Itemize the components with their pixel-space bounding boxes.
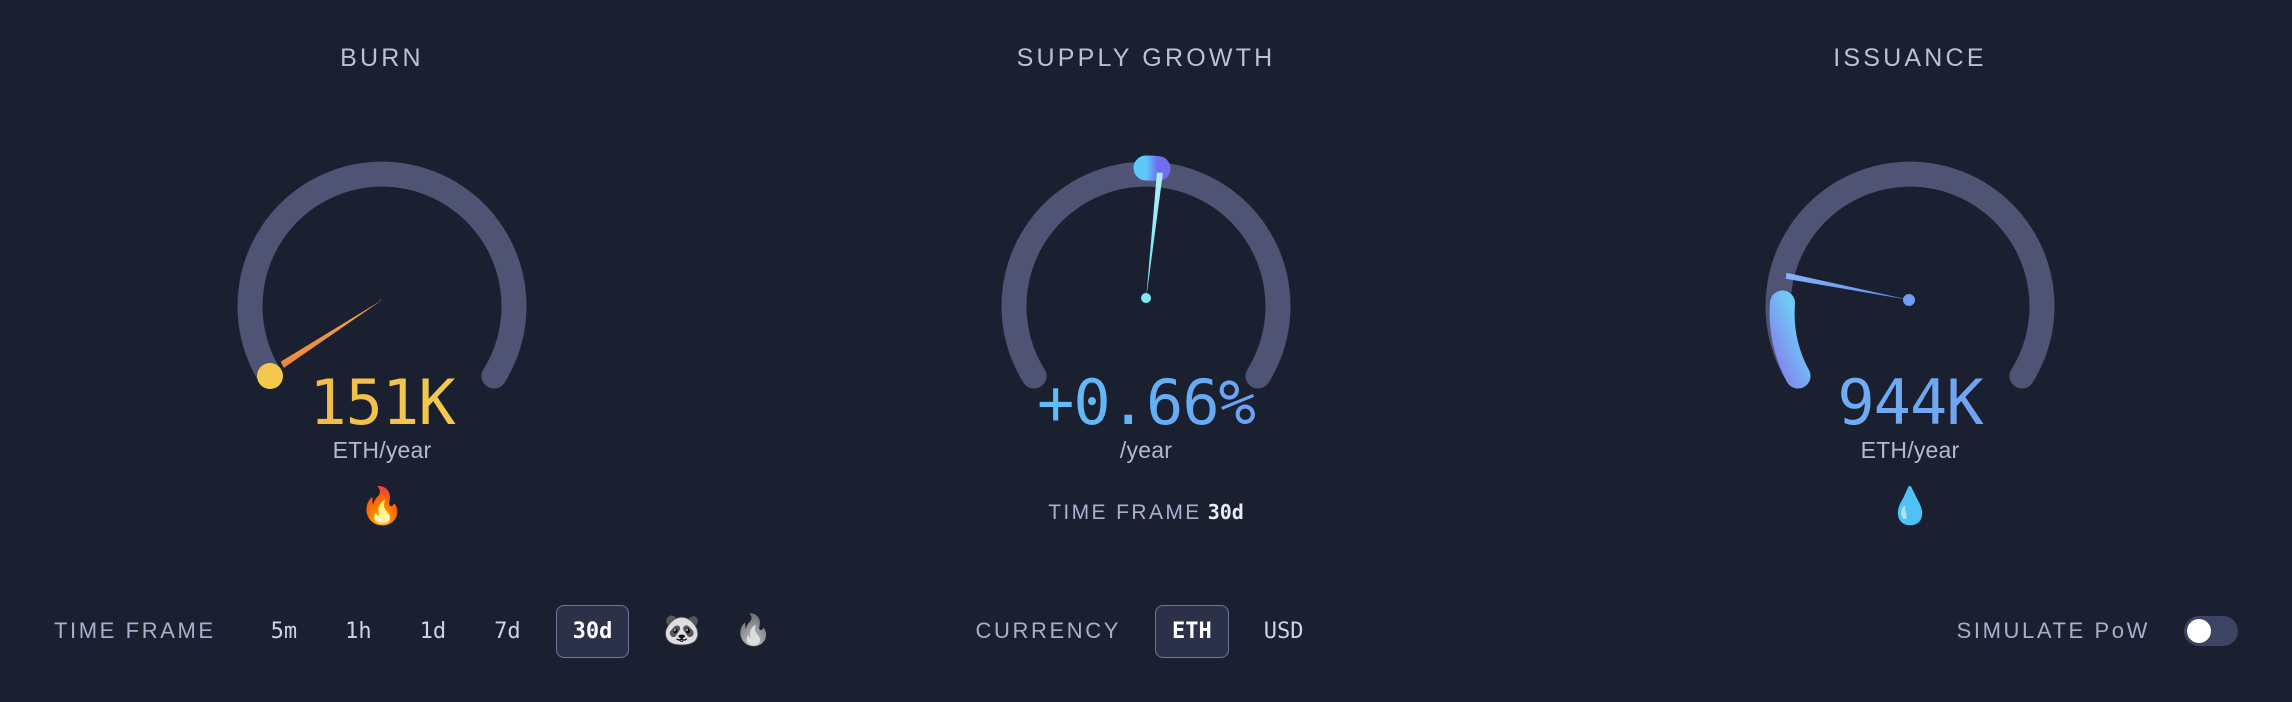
- panel-supply-growth: SUPPLY GROWTH +0.66% /year TIME FRAME 30…: [764, 0, 1528, 560]
- panel-title-issuance: ISSUANCE: [1833, 44, 1987, 72]
- timeframe-option-30d[interactable]: 30d: [555, 604, 630, 658]
- supply-timeframe-label: TIME FRAME: [1048, 501, 1202, 524]
- gauge-supply-growth: [956, 78, 1336, 398]
- simulate-pow-label: SIMULATE PoW: [1956, 618, 2150, 643]
- supply-growth-unit: /year: [1119, 437, 1173, 464]
- gauge-track-supply: [1001, 161, 1291, 389]
- burn-fire-icon: 🔥: [0, 488, 764, 532]
- timeframe-option-1d[interactable]: 1d: [407, 609, 460, 654]
- dashboard-root: BURN 151K ETH/year 🔥 SUPPLY GROWTH +0.66…: [0, 0, 2292, 702]
- gauge-supply-svg: [1001, 155, 1291, 389]
- panda-emoji-icon[interactable]: 🐼: [663, 616, 700, 646]
- gauge-needle-issuance: [1785, 272, 1915, 306]
- currency-option-eth[interactable]: ETH: [1154, 604, 1229, 658]
- value-block-issuance: 944K ETH/year: [1528, 370, 2292, 464]
- supply-growth-value: +0.66%: [764, 370, 1528, 435]
- panel-title-burn: BURN: [340, 44, 424, 72]
- timeframe-control-group: TIME FRAME 5m 1h 1d 7d 30d 🐼 🔥: [0, 560, 772, 702]
- supply-timeframe-value: 30d: [1207, 500, 1244, 524]
- burn-unit: ETH/year: [332, 437, 432, 464]
- issuance-droplet-icon: 💧: [1528, 488, 2292, 532]
- gauge-burn-svg: [237, 161, 527, 389]
- gauge-issuance: [1720, 78, 2100, 398]
- gauge-issuance-svg: [1765, 161, 2055, 389]
- gauge-needle-supply: [1141, 172, 1163, 303]
- currency-option-usd[interactable]: USD: [1251, 609, 1317, 654]
- issuance-unit: ETH/year: [1860, 437, 1960, 464]
- droplet-emoji: 💧: [1887, 485, 1933, 526]
- gauge-segment-issuance: [1769, 290, 1811, 389]
- issuance-value: 944K: [1528, 370, 2292, 435]
- value-block-supply-growth: +0.66% /year: [764, 370, 1528, 464]
- currency-label: CURRENCY: [975, 618, 1121, 643]
- fire-emoji: 🔥: [359, 485, 405, 526]
- simulate-pow-toggle[interactable]: [2184, 616, 2238, 646]
- simulate-pow-toggle-knob: [2187, 619, 2211, 643]
- gauge-burn: [192, 78, 572, 398]
- panel-burn: BURN 151K ETH/year 🔥: [0, 0, 764, 560]
- simulate-pow-control-group: SIMULATE PoW: [1528, 560, 2292, 702]
- timeframe-option-5m[interactable]: 5m: [258, 609, 311, 654]
- gauge-marker-supply: [1133, 155, 1171, 182]
- supply-timeframe-readout: TIME FRAME 30d: [764, 500, 1528, 525]
- currency-control-group: CURRENCY ETH USD: [764, 560, 1528, 702]
- burn-value: 151K: [0, 370, 764, 435]
- panel-issuance: ISSUANCE 944K ETH/year 💧: [1528, 0, 2292, 560]
- gauge-track-burn: [237, 161, 527, 389]
- value-block-burn: 151K ETH/year: [0, 370, 764, 464]
- gauge-track-issuance: [1765, 161, 2055, 389]
- timeframe-option-7d[interactable]: 7d: [481, 609, 534, 654]
- timeframe-option-1h[interactable]: 1h: [332, 609, 385, 654]
- gauge-needle-burn: [280, 299, 382, 368]
- panel-title-supply-growth: SUPPLY GROWTH: [1016, 44, 1276, 72]
- timeframe-label: TIME FRAME: [54, 618, 216, 643]
